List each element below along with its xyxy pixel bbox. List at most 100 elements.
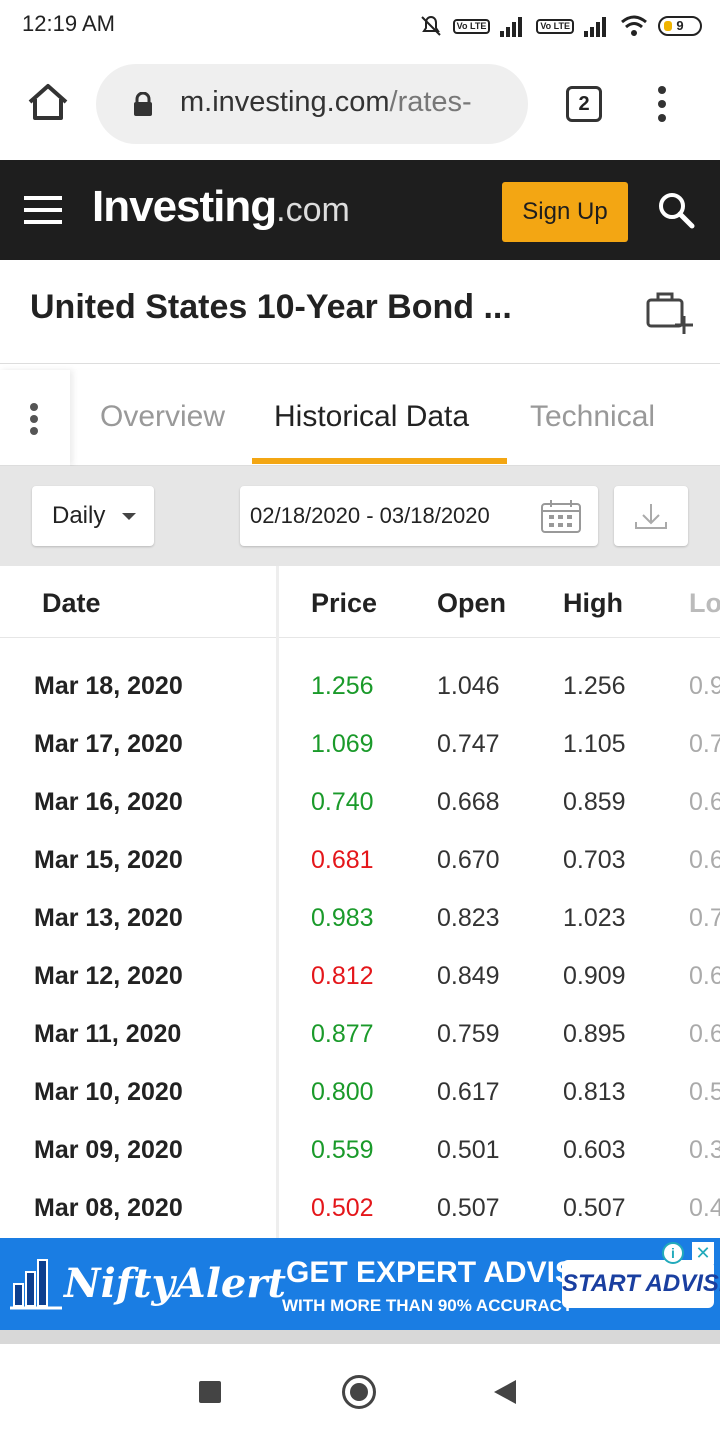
cell-open: 0.759 xyxy=(437,1020,500,1048)
cell-date: Mar 16, 2020 xyxy=(34,788,183,816)
recents-icon[interactable] xyxy=(199,1381,221,1403)
cell-high: 0.909 xyxy=(563,962,626,990)
cell-date: Mar 15, 2020 xyxy=(34,846,183,874)
ad-info-icon[interactable]: i xyxy=(662,1242,684,1264)
volte-badge-1: Vo LTE xyxy=(452,18,491,34)
table-row: Mar 10, 2020 0.800 0.617 0.813 0.5 xyxy=(0,1063,720,1121)
table-row: Mar 17, 2020 1.069 0.747 1.105 0.7 xyxy=(0,715,720,773)
cell-date: Mar 18, 2020 xyxy=(34,672,183,700)
cell-open: 0.849 xyxy=(437,962,500,990)
ad-close-icon[interactable]: ✕ xyxy=(692,1242,714,1264)
tab-technical[interactable]: Technical xyxy=(530,400,655,434)
caret-down-icon xyxy=(122,513,136,520)
date-range-picker[interactable]: 02/18/2020 - 03/18/2020 xyxy=(240,486,598,546)
logo-main: Investing xyxy=(92,182,277,231)
cell-low: 0.5 xyxy=(689,1078,720,1106)
site-logo[interactable]: Investing.com xyxy=(92,182,350,232)
instrument-title-bar: United States 10-Year Bond ... xyxy=(0,260,720,364)
table-row: Mar 08, 2020 0.502 0.507 0.507 0.4 xyxy=(0,1179,720,1237)
download-icon xyxy=(635,504,667,529)
download-button[interactable] xyxy=(614,486,688,546)
table-row: Mar 15, 2020 0.681 0.670 0.703 0.6 xyxy=(0,831,720,889)
cell-price: 1.256 xyxy=(311,672,374,700)
cell-low: 0.6 xyxy=(689,846,720,874)
ad-headline: GET EXPERT ADVISE xyxy=(286,1256,595,1289)
cell-high: 0.859 xyxy=(563,788,626,816)
ad-cta-button[interactable]: START ADVISE xyxy=(562,1260,720,1308)
filter-bar: Daily 02/18/2020 - 03/18/2020 xyxy=(0,466,720,566)
cell-price: 0.681 xyxy=(311,846,374,874)
system-nav-bar xyxy=(0,1344,720,1440)
url-host: m.investing.com xyxy=(180,86,390,118)
logo-suffix: .com xyxy=(276,191,350,229)
cell-open: 0.617 xyxy=(437,1078,500,1106)
tab-overview[interactable]: Overview xyxy=(100,400,225,434)
cell-open: 0.747 xyxy=(437,730,500,758)
table-row: Mar 18, 2020 1.256 1.046 1.256 0.9 xyxy=(0,657,720,715)
page-title: United States 10-Year Bond ... xyxy=(30,288,512,326)
cell-low: 0.4 xyxy=(689,1194,720,1222)
wifi-icon xyxy=(621,15,647,36)
cell-open: 0.670 xyxy=(437,846,500,874)
status-icons: Vo LTE Vo LTE 9 xyxy=(419,12,702,40)
signal-icon xyxy=(500,17,523,37)
back-icon[interactable] xyxy=(494,1380,516,1404)
cell-open: 1.046 xyxy=(437,672,500,700)
cell-price: 0.502 xyxy=(311,1194,374,1222)
search-icon[interactable] xyxy=(656,190,696,230)
tabs-button[interactable]: 2 xyxy=(566,86,602,122)
cell-price: 1.069 xyxy=(311,730,374,758)
cell-date: Mar 08, 2020 xyxy=(34,1194,183,1222)
overflow-menu-icon[interactable] xyxy=(650,86,674,126)
sign-up-button[interactable]: Sign Up xyxy=(502,182,628,242)
tabs-more-icon[interactable] xyxy=(0,370,70,466)
column-header-high[interactable]: High xyxy=(563,588,623,619)
column-header-low[interactable]: Lo xyxy=(689,588,720,619)
cell-high: 0.507 xyxy=(563,1194,626,1222)
cell-date: Mar 10, 2020 xyxy=(34,1078,183,1106)
ad-brand: NiftyAlert xyxy=(64,1260,286,1307)
table-row: Mar 16, 2020 0.740 0.668 0.859 0.6 xyxy=(0,773,720,831)
address-bar[interactable]: m.investing.com/rates- xyxy=(96,64,528,144)
hamburger-icon[interactable] xyxy=(24,196,62,224)
ad-subline: WITH MORE THAN 90% ACCURACY xyxy=(282,1296,574,1315)
add-to-portfolio-icon[interactable] xyxy=(644,288,696,336)
cell-high: 1.023 xyxy=(563,904,626,932)
cell-price: 0.800 xyxy=(311,1078,374,1106)
cell-open: 0.501 xyxy=(437,1136,500,1164)
cell-low: 0.7 xyxy=(689,904,720,932)
period-dropdown[interactable]: Daily xyxy=(32,486,154,546)
cell-low: 0.6 xyxy=(689,788,720,816)
cell-date: Mar 17, 2020 xyxy=(34,730,183,758)
url-text[interactable]: m.investing.com/rates- xyxy=(180,86,520,119)
ad-banner[interactable]: NiftyAlert GET EXPERT ADVISE WITH MORE T… xyxy=(0,1238,720,1330)
cell-high: 1.256 xyxy=(563,672,626,700)
tab-historical-data[interactable]: Historical Data xyxy=(274,400,469,434)
volte-badge-2: Vo LTE xyxy=(536,18,574,34)
cell-price: 0.740 xyxy=(311,788,374,816)
table-row: Mar 11, 2020 0.877 0.759 0.895 0.6 xyxy=(0,1005,720,1063)
cell-price: 0.983 xyxy=(311,904,374,932)
site-header: Investing.com Sign Up xyxy=(0,160,720,260)
column-header-price[interactable]: Price xyxy=(311,588,377,619)
status-time: 12:19 AM xyxy=(22,11,115,36)
column-header-open[interactable]: Open xyxy=(437,588,506,619)
cell-low: 0.9 xyxy=(689,672,720,700)
cell-low: 0.6 xyxy=(689,962,720,990)
cell-open: 0.507 xyxy=(437,1194,500,1222)
url-path: /rates- xyxy=(389,86,472,118)
cell-high: 0.895 xyxy=(563,1020,626,1048)
status-bar: 12:19 AM Vo LTE Vo LTE 9 xyxy=(0,0,720,52)
signal-icon xyxy=(584,17,606,37)
cell-date: Mar 11, 2020 xyxy=(34,1020,182,1048)
table-row: Mar 09, 2020 0.559 0.501 0.603 0.3 xyxy=(0,1121,720,1179)
lock-icon xyxy=(134,92,152,116)
column-header-date[interactable]: Date xyxy=(42,588,101,619)
cell-price: 0.559 xyxy=(311,1136,374,1164)
home-circle-icon[interactable] xyxy=(342,1375,376,1409)
cell-price: 0.812 xyxy=(311,962,374,990)
table-header: Date Price Open High Lo xyxy=(0,566,720,638)
home-icon[interactable] xyxy=(24,78,72,126)
cell-low: 0.3 xyxy=(689,1136,720,1164)
active-tab-indicator xyxy=(252,458,507,464)
